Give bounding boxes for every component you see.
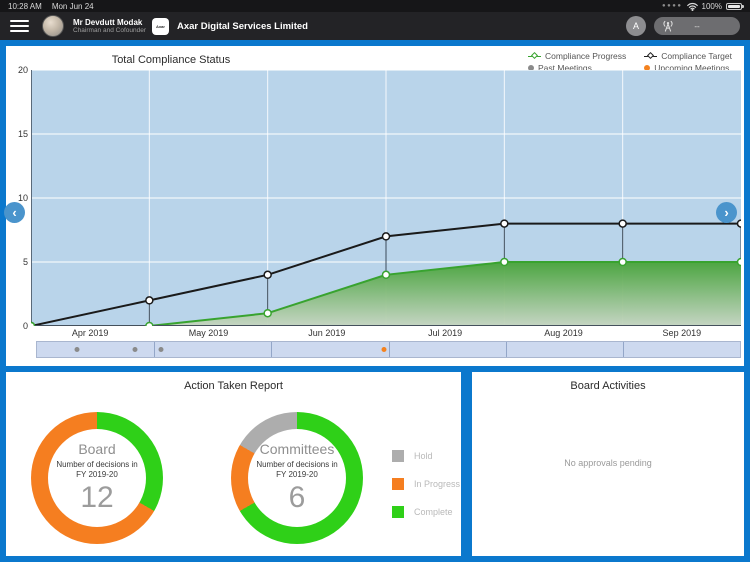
- x-axis-labels: Apr 2019 May 2019 Jun 2019 Jul 2019 Aug 2019…: [31, 328, 741, 340]
- board-activities-panel: Board Activities No approvals pending: [472, 372, 744, 556]
- status-legend: Hold In Progress Complete: [392, 450, 460, 518]
- chart-title: Total Compliance Status: [6, 54, 336, 66]
- legend-swatch-icon: [392, 450, 404, 462]
- navigator-divider: [506, 342, 507, 357]
- donut-value: 12: [80, 481, 113, 515]
- menu-hamburger-icon[interactable]: [10, 20, 29, 33]
- donut-value: 6: [289, 481, 306, 515]
- user-info: Mr Devdutt Modak Chairman and Cofounder: [73, 18, 146, 35]
- donut-ring: Committees Number of decisions in FY 201…: [231, 412, 363, 544]
- donut-ring: Board Number of decisions in FY 2019-20 …: [31, 412, 163, 544]
- user-avatar[interactable]: [42, 15, 64, 37]
- y-tick-label: 5: [23, 257, 28, 267]
- upcoming-meeting-dot: [382, 347, 387, 352]
- y-tick-label: 20: [18, 65, 28, 75]
- board-donut-chart: Board Number of decisions in FY 2019-20 …: [31, 412, 163, 544]
- battery-percent: 100%: [702, 2, 722, 11]
- connection-status-pill[interactable]: --: [654, 17, 740, 35]
- status-legend-item: Complete: [392, 506, 460, 518]
- x-tick-label: Sep 2019: [663, 328, 702, 338]
- x-tick-label: Jul 2019: [428, 328, 462, 338]
- timeline-navigator[interactable]: [36, 341, 741, 358]
- dashboard-content: Total Compliance Status Compliance Progr…: [0, 40, 750, 562]
- user-name: Mr Devdutt Modak: [73, 18, 146, 27]
- battery-icon: [726, 3, 742, 10]
- legend-label: In Progress: [414, 479, 460, 489]
- diamond-marker-icon: [528, 52, 541, 61]
- x-tick-label: May 2019: [189, 328, 229, 338]
- status-date: Mon Jun 24: [52, 2, 94, 11]
- connection-status-value: --: [654, 22, 740, 31]
- y-tick-label: 10: [18, 193, 28, 203]
- compliance-plot: [31, 70, 741, 326]
- action-taken-title: Action Taken Report: [6, 380, 461, 392]
- navigator-divider: [623, 342, 624, 357]
- empty-state-message: No approvals pending: [472, 458, 744, 468]
- company-logo-icon: Axar: [152, 18, 169, 35]
- scroll-left-button[interactable]: ‹: [4, 202, 25, 223]
- board-activities-title: Board Activities: [472, 380, 744, 392]
- legend-swatch-icon: [392, 478, 404, 490]
- x-tick-label: Jun 2019: [308, 328, 345, 338]
- legend-label: Hold: [414, 451, 433, 461]
- app-header: Mr Devdutt Modak Chairman and Cofounder …: [0, 12, 750, 40]
- profile-initial-button[interactable]: A: [626, 16, 646, 36]
- donut-subtitle: Number of decisions in FY 2019-20: [51, 460, 143, 480]
- y-axis-labels: 05101520: [8, 70, 30, 326]
- total-compliance-panel: Total Compliance Status Compliance Progr…: [6, 46, 744, 366]
- navigator-divider: [154, 342, 155, 357]
- status-legend-item: Hold: [392, 450, 460, 462]
- donut-title: Board: [78, 441, 115, 457]
- user-role: Chairman and Cofounder: [73, 27, 146, 34]
- y-tick-label: 15: [18, 129, 28, 139]
- legend-item[interactable]: Compliance Target: [644, 51, 732, 61]
- past-meeting-dot: [132, 347, 137, 352]
- legend-label: Compliance Target: [661, 51, 732, 61]
- legend-swatch-icon: [392, 506, 404, 518]
- action-taken-panel: Action Taken Report Board Number of deci…: [6, 372, 461, 556]
- donut-title: Committees: [260, 441, 335, 457]
- wifi-icon: [687, 2, 698, 11]
- x-tick-label: Apr 2019: [72, 328, 109, 338]
- committees-donut-chart: Committees Number of decisions in FY 201…: [231, 412, 363, 544]
- status-legend-item: In Progress: [392, 478, 460, 490]
- status-time: 10:28 AM: [8, 2, 42, 11]
- scroll-right-button[interactable]: ›: [716, 202, 737, 223]
- donut-subtitle: Number of decisions in FY 2019-20: [251, 460, 343, 480]
- ios-status-bar: 10:28 AM Mon Jun 24 ●●●● 100%: [0, 0, 750, 12]
- company-name: Axar Digital Services Limited: [177, 21, 308, 32]
- x-tick-label: Aug 2019: [544, 328, 583, 338]
- legend-label: Compliance Progress: [545, 51, 626, 61]
- legend-label: Complete: [414, 507, 453, 517]
- legend-item[interactable]: Compliance Progress: [528, 51, 626, 61]
- cellular-signal-icon: ●●●●: [662, 3, 683, 9]
- past-meeting-dot: [159, 347, 164, 352]
- navigator-divider: [389, 342, 390, 357]
- y-tick-label: 0: [23, 321, 28, 331]
- navigator-divider: [271, 342, 272, 357]
- past-meeting-dot: [75, 347, 80, 352]
- diamond-marker-icon: [644, 52, 657, 61]
